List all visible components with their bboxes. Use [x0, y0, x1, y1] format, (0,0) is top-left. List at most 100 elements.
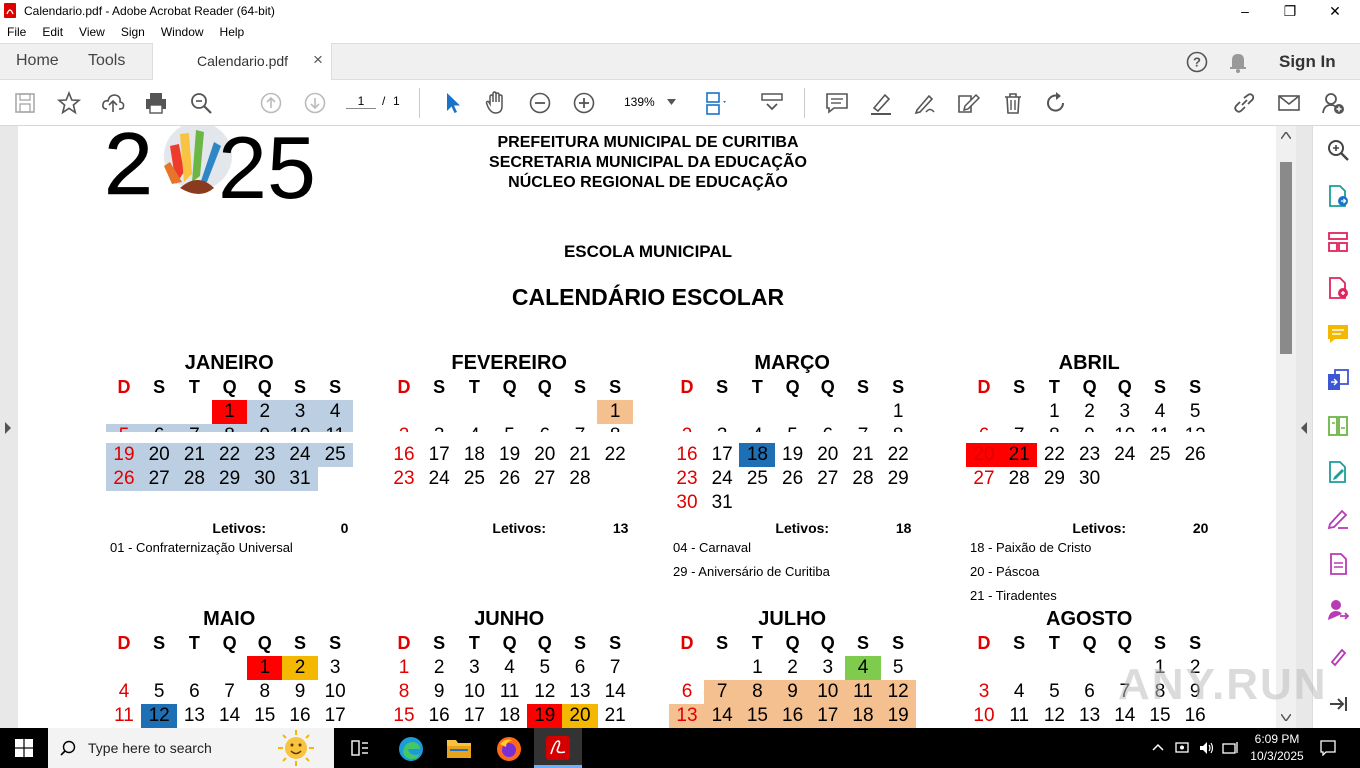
upload-icon[interactable]	[100, 90, 126, 116]
send-for-review-icon[interactable]	[1326, 598, 1350, 622]
scrollbar-thumb[interactable]	[1280, 162, 1292, 354]
maximize-button[interactable]: ❐	[1267, 0, 1313, 22]
select-cursor-icon[interactable]	[440, 90, 466, 116]
print-icon[interactable]	[143, 90, 169, 116]
calendar-day: 3	[469, 657, 480, 678]
bell-icon[interactable]	[1228, 51, 1248, 73]
wifi-icon[interactable]	[1222, 740, 1240, 756]
chevron-down-icon[interactable]	[667, 99, 676, 105]
delete-icon[interactable]	[1000, 90, 1026, 116]
task-view-icon[interactable]	[350, 739, 370, 757]
tab-document[interactable]: Calendario.pdf ×	[152, 43, 332, 81]
scroll-up-icon[interactable]	[1281, 132, 1291, 139]
zoom-out-icon[interactable]	[527, 90, 553, 116]
acrobat-taskbar-button[interactable]	[534, 728, 582, 768]
tab-bar: Home Tools Calendario.pdf × ? Sign In	[0, 43, 1360, 81]
edge-browser-icon[interactable]	[398, 736, 424, 762]
calendar-day: 21	[852, 444, 874, 465]
sign-in-button[interactable]: Sign In	[1279, 52, 1336, 72]
collapse-panel-icon[interactable]	[1326, 692, 1350, 716]
calendar-day: 31	[289, 468, 311, 489]
calendar-day: 7	[1001, 424, 1037, 432]
next-page-icon[interactable]	[302, 90, 328, 116]
firefox-icon[interactable]	[496, 736, 522, 762]
menu-sign[interactable]: Sign	[113, 22, 153, 39]
tab-tools[interactable]: Tools	[88, 52, 125, 70]
more-tools-icon[interactable]	[1326, 644, 1350, 668]
calendar-day: 14	[711, 705, 733, 726]
weekday-header: S	[1013, 633, 1026, 653]
rotate-icon[interactable]	[1043, 90, 1069, 116]
scroll-down-icon[interactable]	[1281, 714, 1291, 721]
network-status-icon[interactable]	[1174, 740, 1190, 756]
clock-date[interactable]: 10/3/2025	[1248, 749, 1306, 763]
save-icon[interactable]	[12, 90, 38, 116]
combine-files-icon[interactable]	[1326, 368, 1350, 392]
left-panel-toggle-icon[interactable]	[4, 422, 12, 434]
windows-start-icon[interactable]	[15, 739, 33, 757]
minimize-button[interactable]: –	[1222, 0, 1268, 22]
scroll-mode-icon[interactable]	[759, 90, 785, 116]
calendar-day: 23	[1079, 444, 1101, 465]
zoom-level-select[interactable]: 139%	[624, 95, 655, 109]
volume-icon[interactable]	[1198, 740, 1216, 756]
show-hidden-icons-chevron-icon[interactable]	[1152, 743, 1164, 751]
calendar-day: 1	[398, 657, 410, 678]
request-signature-icon[interactable]	[1326, 552, 1350, 576]
month-janeiro: JANEIRODSTQQSS12345678910111920212223242…	[106, 352, 366, 555]
vertical-scrollbar[interactable]	[1276, 126, 1296, 728]
create-pdf-icon[interactable]	[1326, 276, 1350, 300]
clock-time[interactable]: 6:09 PM	[1252, 732, 1302, 746]
letivos-label: Letivos:	[492, 520, 547, 536]
fill-sign-icon[interactable]	[955, 90, 981, 116]
calendar-day: 3	[978, 681, 990, 702]
compare-files-icon[interactable]	[1326, 414, 1350, 438]
comment-icon[interactable]	[824, 90, 850, 116]
weekday-header: Q	[502, 377, 517, 397]
menu-window[interactable]: Window	[153, 22, 212, 39]
calendar-day: 6	[189, 681, 200, 702]
previous-page-icon[interactable]	[258, 90, 284, 116]
weekday-header: Q	[1082, 633, 1097, 653]
calendar-day: 1	[1049, 401, 1060, 422]
page-number-input[interactable]: 1	[346, 94, 376, 109]
email-icon[interactable]	[1276, 90, 1302, 116]
search-zoom-icon[interactable]	[188, 90, 214, 116]
close-button[interactable]: ✕	[1312, 0, 1358, 22]
menu-help[interactable]: Help	[212, 22, 253, 39]
right-panel-toggle-icon[interactable]	[1300, 422, 1308, 434]
help-icon[interactable]: ?	[1186, 51, 1208, 73]
zoom-search-icon[interactable]	[1326, 138, 1350, 162]
comment-tool-icon[interactable]	[1326, 322, 1350, 346]
add-user-icon[interactable]	[1320, 90, 1346, 116]
fill-and-sign-icon[interactable]	[1326, 506, 1350, 530]
tab-close-button[interactable]: ×	[313, 50, 323, 70]
month-name: MAIO	[203, 608, 256, 630]
weekday-header: D	[680, 633, 694, 653]
zoom-in-icon[interactable]	[571, 90, 597, 116]
menu-view[interactable]: View	[71, 22, 113, 39]
calendar-day: 5	[492, 424, 528, 432]
tab-home[interactable]: Home	[16, 52, 59, 70]
taskbar-search-box[interactable]: Type here to search	[48, 728, 334, 768]
highlight-icon[interactable]	[868, 90, 894, 116]
calendar-day: 26	[1184, 444, 1206, 465]
share-link-icon[interactable]	[1231, 90, 1257, 116]
calendar-day: 19	[534, 705, 556, 726]
calendar-day: 28	[569, 468, 591, 489]
file-explorer-icon[interactable]	[446, 737, 472, 759]
calendar-day: 17	[711, 444, 733, 465]
notifications-icon[interactable]	[1320, 740, 1336, 756]
page-layout-icon[interactable]	[703, 90, 729, 116]
draw-icon[interactable]	[912, 90, 938, 116]
menu-edit[interactable]: Edit	[34, 22, 71, 39]
right-tools-panel	[1312, 126, 1360, 728]
star-icon[interactable]	[56, 90, 82, 116]
weekday-header: S	[892, 633, 905, 653]
organize-pages-icon[interactable]	[1326, 230, 1350, 254]
hand-tool-icon[interactable]	[483, 90, 509, 116]
export-pdf-icon[interactable]	[1326, 184, 1350, 208]
menu-file[interactable]: File	[0, 22, 34, 39]
edit-pdf-icon[interactable]	[1326, 460, 1350, 484]
holiday-note: 04 - Carnaval	[673, 540, 752, 555]
